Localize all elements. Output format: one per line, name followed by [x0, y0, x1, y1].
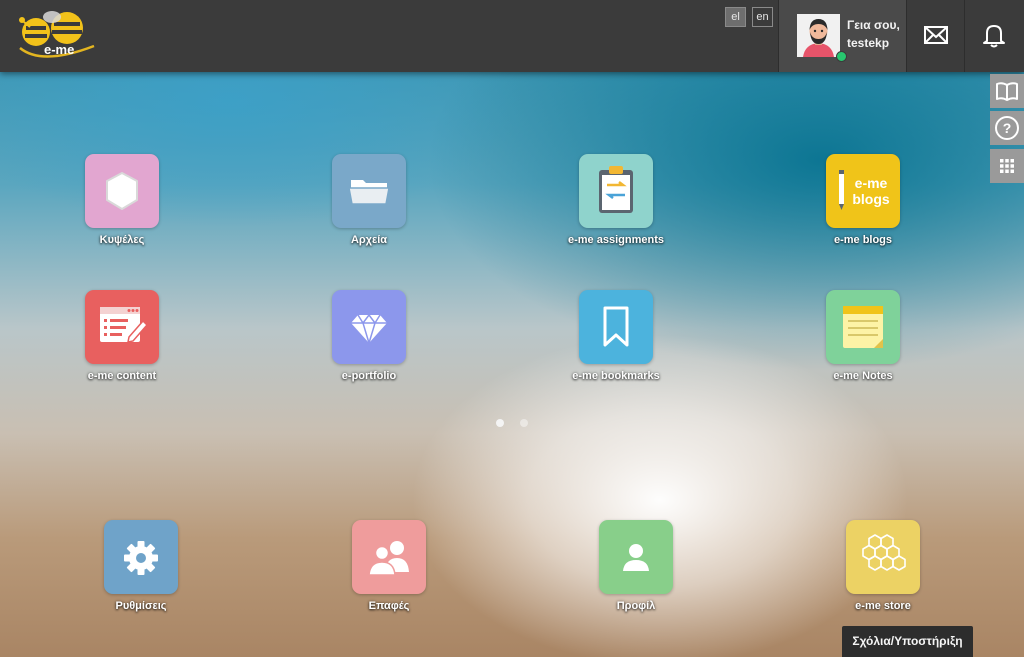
app-hives[interactable]: Κυψέλες [57, 154, 187, 246]
svg-text:e-me: e-me [855, 175, 888, 191]
folder-icon [348, 180, 390, 205]
app-notes[interactable]: e-me Notes [798, 290, 928, 382]
guide-button[interactable] [990, 74, 1024, 108]
app-assignments[interactable]: e-me assignments [551, 154, 681, 246]
top-bar: e-me el en Γεια σου, testekp [0, 0, 1024, 72]
avatar [797, 14, 840, 57]
greeting-text: Γεια σου, [847, 18, 900, 32]
app-label: e-me Notes [833, 370, 893, 382]
app-label: Προφίλ [616, 600, 656, 612]
app-tile [599, 520, 673, 594]
app-tile [104, 520, 178, 594]
username: testekp [847, 36, 890, 50]
svg-text:?: ? [1003, 120, 1012, 136]
envelope-icon [924, 26, 948, 44]
contacts-icon [368, 541, 409, 576]
app-label: e-me assignments [568, 234, 664, 246]
app-label: Κυψέλες [99, 234, 145, 246]
notepad-icon [843, 306, 883, 348]
logo-text: e-me [44, 42, 75, 57]
app-tile [826, 290, 900, 364]
svg-text:blogs: blogs [852, 191, 890, 207]
help-button[interactable]: ? [990, 111, 1024, 145]
app-settings[interactable]: Ρυθμίσεις [76, 520, 206, 612]
app-tile [579, 154, 653, 228]
app-tile [85, 154, 159, 228]
app-tile [332, 290, 406, 364]
app-tile [846, 520, 920, 594]
app-label: e-me store [855, 600, 911, 612]
bell-icon [983, 25, 1005, 48]
feedback-support-button[interactable]: Σχόλια/Υποστήριξη [842, 626, 973, 657]
app-label: Ρυθμίσεις [115, 600, 167, 612]
clipboard-icon [599, 166, 633, 213]
app-portfolio[interactable]: e-portfolio [304, 290, 434, 382]
content-editor-icon [100, 307, 149, 343]
app-profile[interactable]: Προφίλ [571, 520, 701, 612]
app-bookmarks[interactable]: e-me bookmarks [551, 290, 681, 382]
e-me-logo[interactable]: e-me [12, 8, 100, 64]
app-label: e-me bookmarks [572, 370, 660, 382]
app-content[interactable]: e-me content [57, 290, 187, 382]
blogs-icon: e-me blogs [839, 170, 890, 210]
language-en-button[interactable]: en [752, 7, 773, 27]
app-contacts[interactable]: Επαφές [324, 520, 454, 612]
app-label: e-me blogs [833, 234, 893, 246]
gear-icon [124, 541, 158, 575]
user-greeting: Γεια σου, testekp [847, 16, 900, 52]
app-store[interactable]: e-me store [818, 520, 948, 612]
user-menu[interactable]: Γεια σου, testekp [778, 0, 907, 72]
app-tile: e-me blogs [826, 154, 900, 228]
app-tile [352, 520, 426, 594]
app-blogs[interactable]: e-me blogs e-me blogs [798, 154, 928, 246]
app-tile [85, 290, 159, 364]
help-icon: ? [995, 116, 1019, 140]
honeycomb-icon [862, 534, 906, 571]
book-icon [996, 82, 1018, 101]
app-files[interactable]: Αρχεία [304, 154, 434, 246]
app-label: e-portfolio [341, 370, 397, 382]
bookmark-icon [603, 306, 629, 347]
app-tile [579, 290, 653, 364]
avatar-icon [797, 14, 840, 57]
apps-grid-icon [1000, 159, 1014, 173]
online-status-dot [836, 51, 847, 62]
page-dot-1[interactable] [496, 419, 504, 427]
profile-icon [623, 544, 649, 571]
app-label: Αρχεία [350, 234, 388, 246]
app-label: Επαφές [368, 600, 410, 612]
diamond-icon [351, 313, 387, 346]
app-tile [332, 154, 406, 228]
hexagon-icon [106, 172, 138, 210]
apps-grid-button[interactable] [990, 149, 1024, 183]
notifications-button[interactable] [964, 0, 1023, 72]
page-dot-2[interactable] [520, 419, 528, 427]
language-el-button[interactable]: el [725, 7, 746, 27]
app-label: e-me content [87, 370, 157, 382]
messages-button[interactable] [906, 0, 965, 72]
